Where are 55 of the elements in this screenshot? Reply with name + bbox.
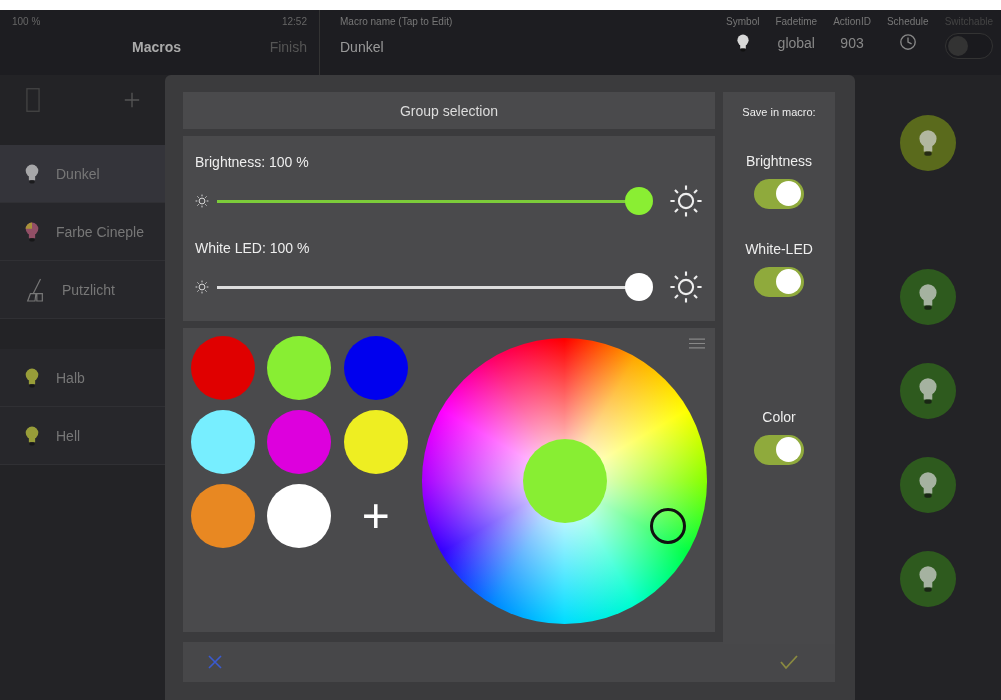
field-label: Fadetime [775,15,818,29]
field-label: Schedule [886,15,929,29]
sun-icon [669,184,703,218]
slider-thumb[interactable] [625,273,653,301]
sun-icon [195,280,209,294]
slider-label: White LED: 100 % [195,239,311,258]
macro-list-item[interactable]: Halb [0,349,165,407]
toggle-switch[interactable] [944,33,993,59]
macro-list-item[interactable]: Hell [0,407,165,465]
save-panel-title: Save in macro: [742,105,816,120]
light-bulb-icon [917,376,939,406]
macro-list-item[interactable]: Dunkel [0,145,165,203]
light-bulb-icon [735,33,750,53]
clock-time: 12:52 [281,15,307,29]
field-label: Symbol [726,15,760,29]
light-bulb-icon [917,128,939,158]
finish-button[interactable]: Finish [269,37,307,57]
macro-name-field[interactable]: Dunkel [340,37,707,57]
light-bulb-icon [24,162,40,185]
field-value[interactable]: global [777,33,815,53]
light-bulb-icon [24,220,40,243]
slider-label: Brightness: 100 % [195,153,310,172]
light-bulb-icon [917,282,939,312]
macro-name: Farbe Cineple [56,222,144,242]
sun-icon [669,270,703,304]
color-picker-marker[interactable] [650,508,687,544]
dialog-title: Group selection [399,101,499,121]
macro-name: Halb [56,368,85,388]
light-bulb-icon [917,470,939,500]
macro-list-item[interactable]: Putzlicht [0,261,165,319]
sun-icon [195,194,209,208]
macro-name: Hell [56,426,81,446]
page-title: Macros [132,38,182,57]
battery-status: 100 % [12,15,41,29]
macro-name: Putzlicht [62,280,115,300]
clock-icon[interactable] [898,33,917,51]
option-label: Color [762,407,796,427]
field-value[interactable]: 903 [840,33,864,53]
light-bulb-icon [24,366,40,389]
option-label: White-LED [745,239,813,259]
broom-icon [24,276,46,303]
field-label: ActionID [833,15,871,29]
macro-list-item[interactable]: Farbe Cineple [0,203,165,261]
option-label: Brightness [745,151,813,171]
slider-thumb[interactable] [625,187,653,215]
menu-icon[interactable] [689,338,705,349]
check-icon[interactable] [779,654,799,670]
toggle-switch[interactable] [754,266,804,297]
macro-name: Dunkel [56,164,100,184]
toggle-switch[interactable] [754,434,804,465]
light-bulb-icon [917,564,939,594]
add-color-button[interactable]: + [343,484,408,548]
toggle-switch[interactable] [754,178,804,209]
light-bulb-icon [24,424,40,447]
field-label: Macro name (Tap to Edit) [340,15,454,29]
